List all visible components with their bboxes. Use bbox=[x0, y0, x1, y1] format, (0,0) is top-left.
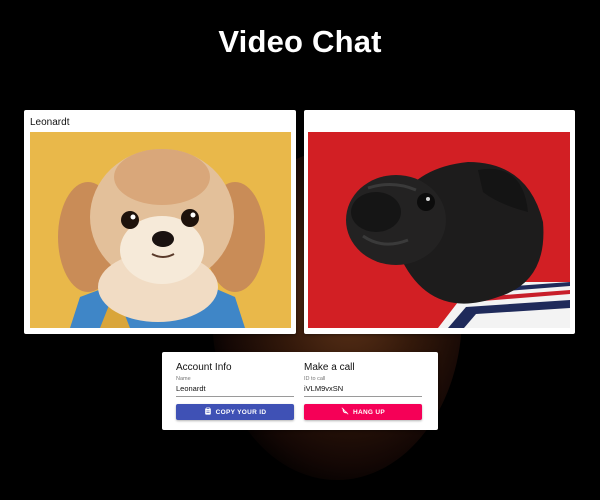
make-call-title: Make a call bbox=[304, 362, 355, 373]
hang-up-button[interactable]: Hang Up bbox=[304, 404, 422, 420]
local-video bbox=[30, 132, 291, 328]
hang-up-label: Hang Up bbox=[352, 408, 386, 416]
id-to-call-field[interactable] bbox=[304, 382, 422, 397]
local-video-card: Leonardt bbox=[24, 110, 296, 334]
shihtzu-dog-image bbox=[30, 132, 291, 328]
control-panel: Account Info Name Make a call ID to call… bbox=[162, 352, 438, 430]
phone-off-icon bbox=[341, 407, 349, 417]
copy-id-button[interactable]: Copy Your ID bbox=[176, 404, 294, 420]
page-title: Video Chat bbox=[218, 24, 382, 59]
clipboard-icon bbox=[204, 407, 212, 417]
remote-video-card bbox=[304, 110, 575, 334]
name-field[interactable] bbox=[176, 382, 294, 397]
pug-dog-image bbox=[308, 132, 570, 328]
account-info-section: Account Info Name bbox=[176, 362, 294, 397]
remote-video bbox=[308, 132, 570, 328]
make-call-section: Make a call ID to call bbox=[304, 362, 422, 397]
account-info-title: Account Info bbox=[176, 362, 232, 373]
copy-id-label: Copy Your ID bbox=[215, 408, 267, 416]
local-user-name: Leonardt bbox=[30, 117, 70, 128]
